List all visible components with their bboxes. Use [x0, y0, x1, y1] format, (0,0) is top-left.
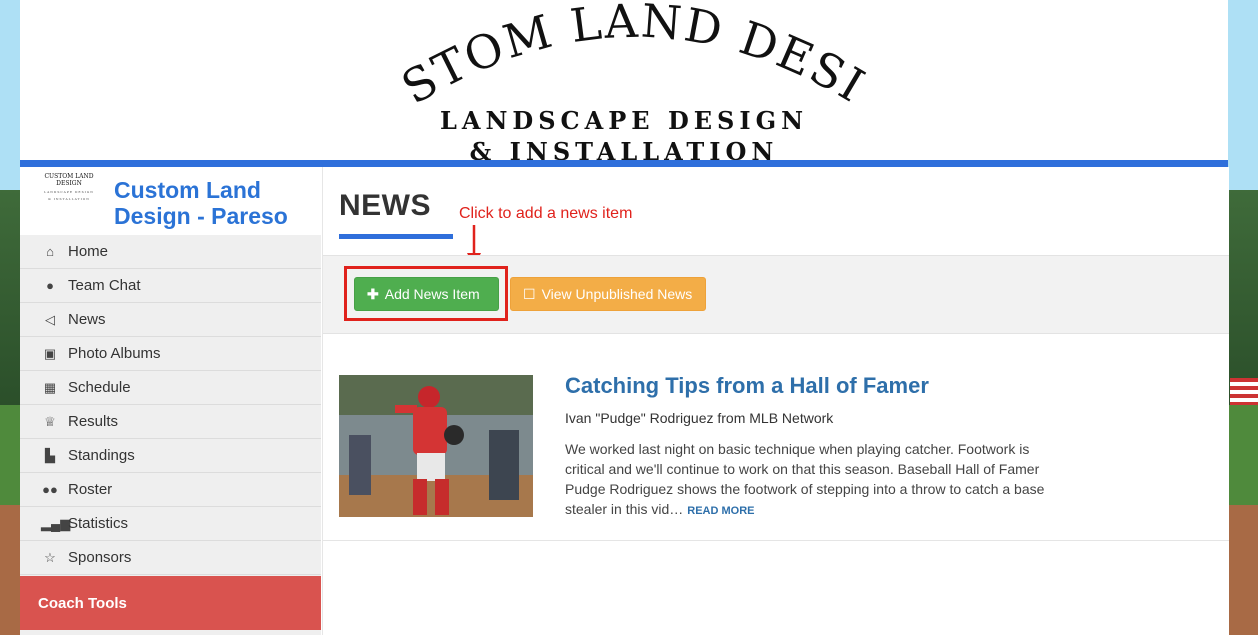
news-source: Ivan "Pudge" Rodriguez from MLB Network [565, 410, 834, 426]
star-icon: ☆ [44, 549, 56, 565]
logo-arc-text: CUSTOM LAND DESIGN [400, 2, 870, 112]
coach-tools-button[interactable]: Coach Tools [20, 576, 321, 630]
trophy-icon: ♕ [44, 413, 56, 429]
stadium-background-left [0, 0, 20, 635]
sidebar-item-roster[interactable]: ●● Roster [20, 473, 321, 507]
view-unpublished-news-button[interactable]: ☐ View Unpublished News [510, 277, 706, 311]
page-frame: CUSTOM LAND DESIGN LANDSCAPE DESIGN & IN… [20, 0, 1229, 635]
sidebar-item-label: Schedule [68, 379, 131, 396]
svg-text:CUSTOM LAND DESIGN: CUSTOM LAND DESIGN [400, 2, 870, 112]
sidebar-item-label: Sponsors [68, 549, 132, 566]
add-news-item-label: Add News Item [384, 286, 480, 302]
sidebar-item-news[interactable]: ◁ News [20, 303, 321, 337]
chat-icon: ● [46, 278, 54, 293]
megaphone-icon: ◁ [45, 311, 55, 327]
plus-icon: ✚ [367, 285, 379, 302]
sidebar-item-label: Standings [68, 447, 135, 464]
sidebar-item-sponsors[interactable]: ☆ Sponsors [20, 541, 321, 575]
square-icon: ☐ [523, 285, 536, 302]
site-header: CUSTOM LAND DESIGN LANDSCAPE DESIGN & IN… [20, 0, 1228, 166]
sidebar-item-label: Team Chat [68, 277, 141, 294]
stadium-background-right [1228, 0, 1258, 635]
sidebar-item-standings[interactable]: ▙ Standings [20, 439, 321, 473]
add-news-item-button[interactable]: ✚ Add News Item [354, 277, 499, 311]
news-toolbar: ✚ Add News Item ☐ View Unpublished News [323, 255, 1229, 334]
news-summary-text: We worked last night on basic technique … [565, 441, 1045, 517]
sidebar-item-label: News [68, 311, 106, 328]
sidebar-item-schedule[interactable]: ▦ Schedule [20, 371, 321, 405]
home-icon: ⌂ [46, 244, 54, 259]
team-header: CUSTOM LAND DESIGN LANDSCAPE DESIGN & IN… [20, 167, 321, 235]
team-logo[interactable]: CUSTOM LAND DESIGN LANDSCAPE DESIGN & IN… [32, 173, 106, 203]
users-icon: ●● [42, 482, 58, 497]
view-unpublished-label: View Unpublished News [541, 286, 693, 302]
news-title-link[interactable]: Catching Tips from a Hall of Famer [565, 373, 929, 399]
logo-tagline-1: LANDSCAPE DESIGN [439, 106, 809, 135]
page-title: NEWS [339, 189, 431, 222]
header-divider [20, 160, 1228, 167]
sidebar-item-label: Photo Albums [68, 345, 161, 362]
team-name[interactable]: Custom Land Design - Pareso [114, 177, 314, 229]
news-item: Catching Tips from a Hall of Famer Ivan … [323, 367, 1229, 541]
main-content: NEWS Click to add a news item ✚ Add News… [322, 167, 1229, 635]
sidebar-item-team-chat[interactable]: ● Team Chat [20, 269, 321, 303]
callout-annotation: Click to add a news item [459, 205, 633, 222]
sidebar: CUSTOM LAND DESIGN LANDSCAPE DESIGN & IN… [20, 167, 321, 635]
news-summary: We worked last night on basic technique … [565, 439, 1055, 521]
sidebar-item-label: Results [68, 413, 119, 430]
read-more-link[interactable]: READ MORE [687, 505, 754, 517]
bar-chart-icon: ▂▄▆ [41, 515, 71, 531]
sidebar-item-label: Roster [68, 481, 113, 498]
sidebar-nav: ⌂ Home ● Team Chat ◁ News ▣ Photo Albums ▦ Sc… [20, 235, 321, 575]
photo-icon: ▣ [43, 345, 57, 361]
sidebar-item-photo-albums[interactable]: ▣ Photo Albums [20, 337, 321, 371]
calendar-icon: ▦ [43, 379, 57, 395]
news-thumbnail[interactable] [339, 375, 533, 517]
sidebar-item-statistics[interactable]: ▂▄▆ Statistics [20, 507, 321, 541]
podium-icon: ▙ [45, 447, 55, 463]
sidebar-item-label: Home [68, 243, 109, 260]
sidebar-item-label: Statistics [68, 515, 129, 532]
site-logo[interactable]: CUSTOM LAND DESIGN [400, 2, 870, 112]
title-underline [339, 234, 453, 239]
sidebar-item-results[interactable]: ♕ Results [20, 405, 321, 439]
sidebar-item-home[interactable]: ⌂ Home [20, 235, 321, 269]
